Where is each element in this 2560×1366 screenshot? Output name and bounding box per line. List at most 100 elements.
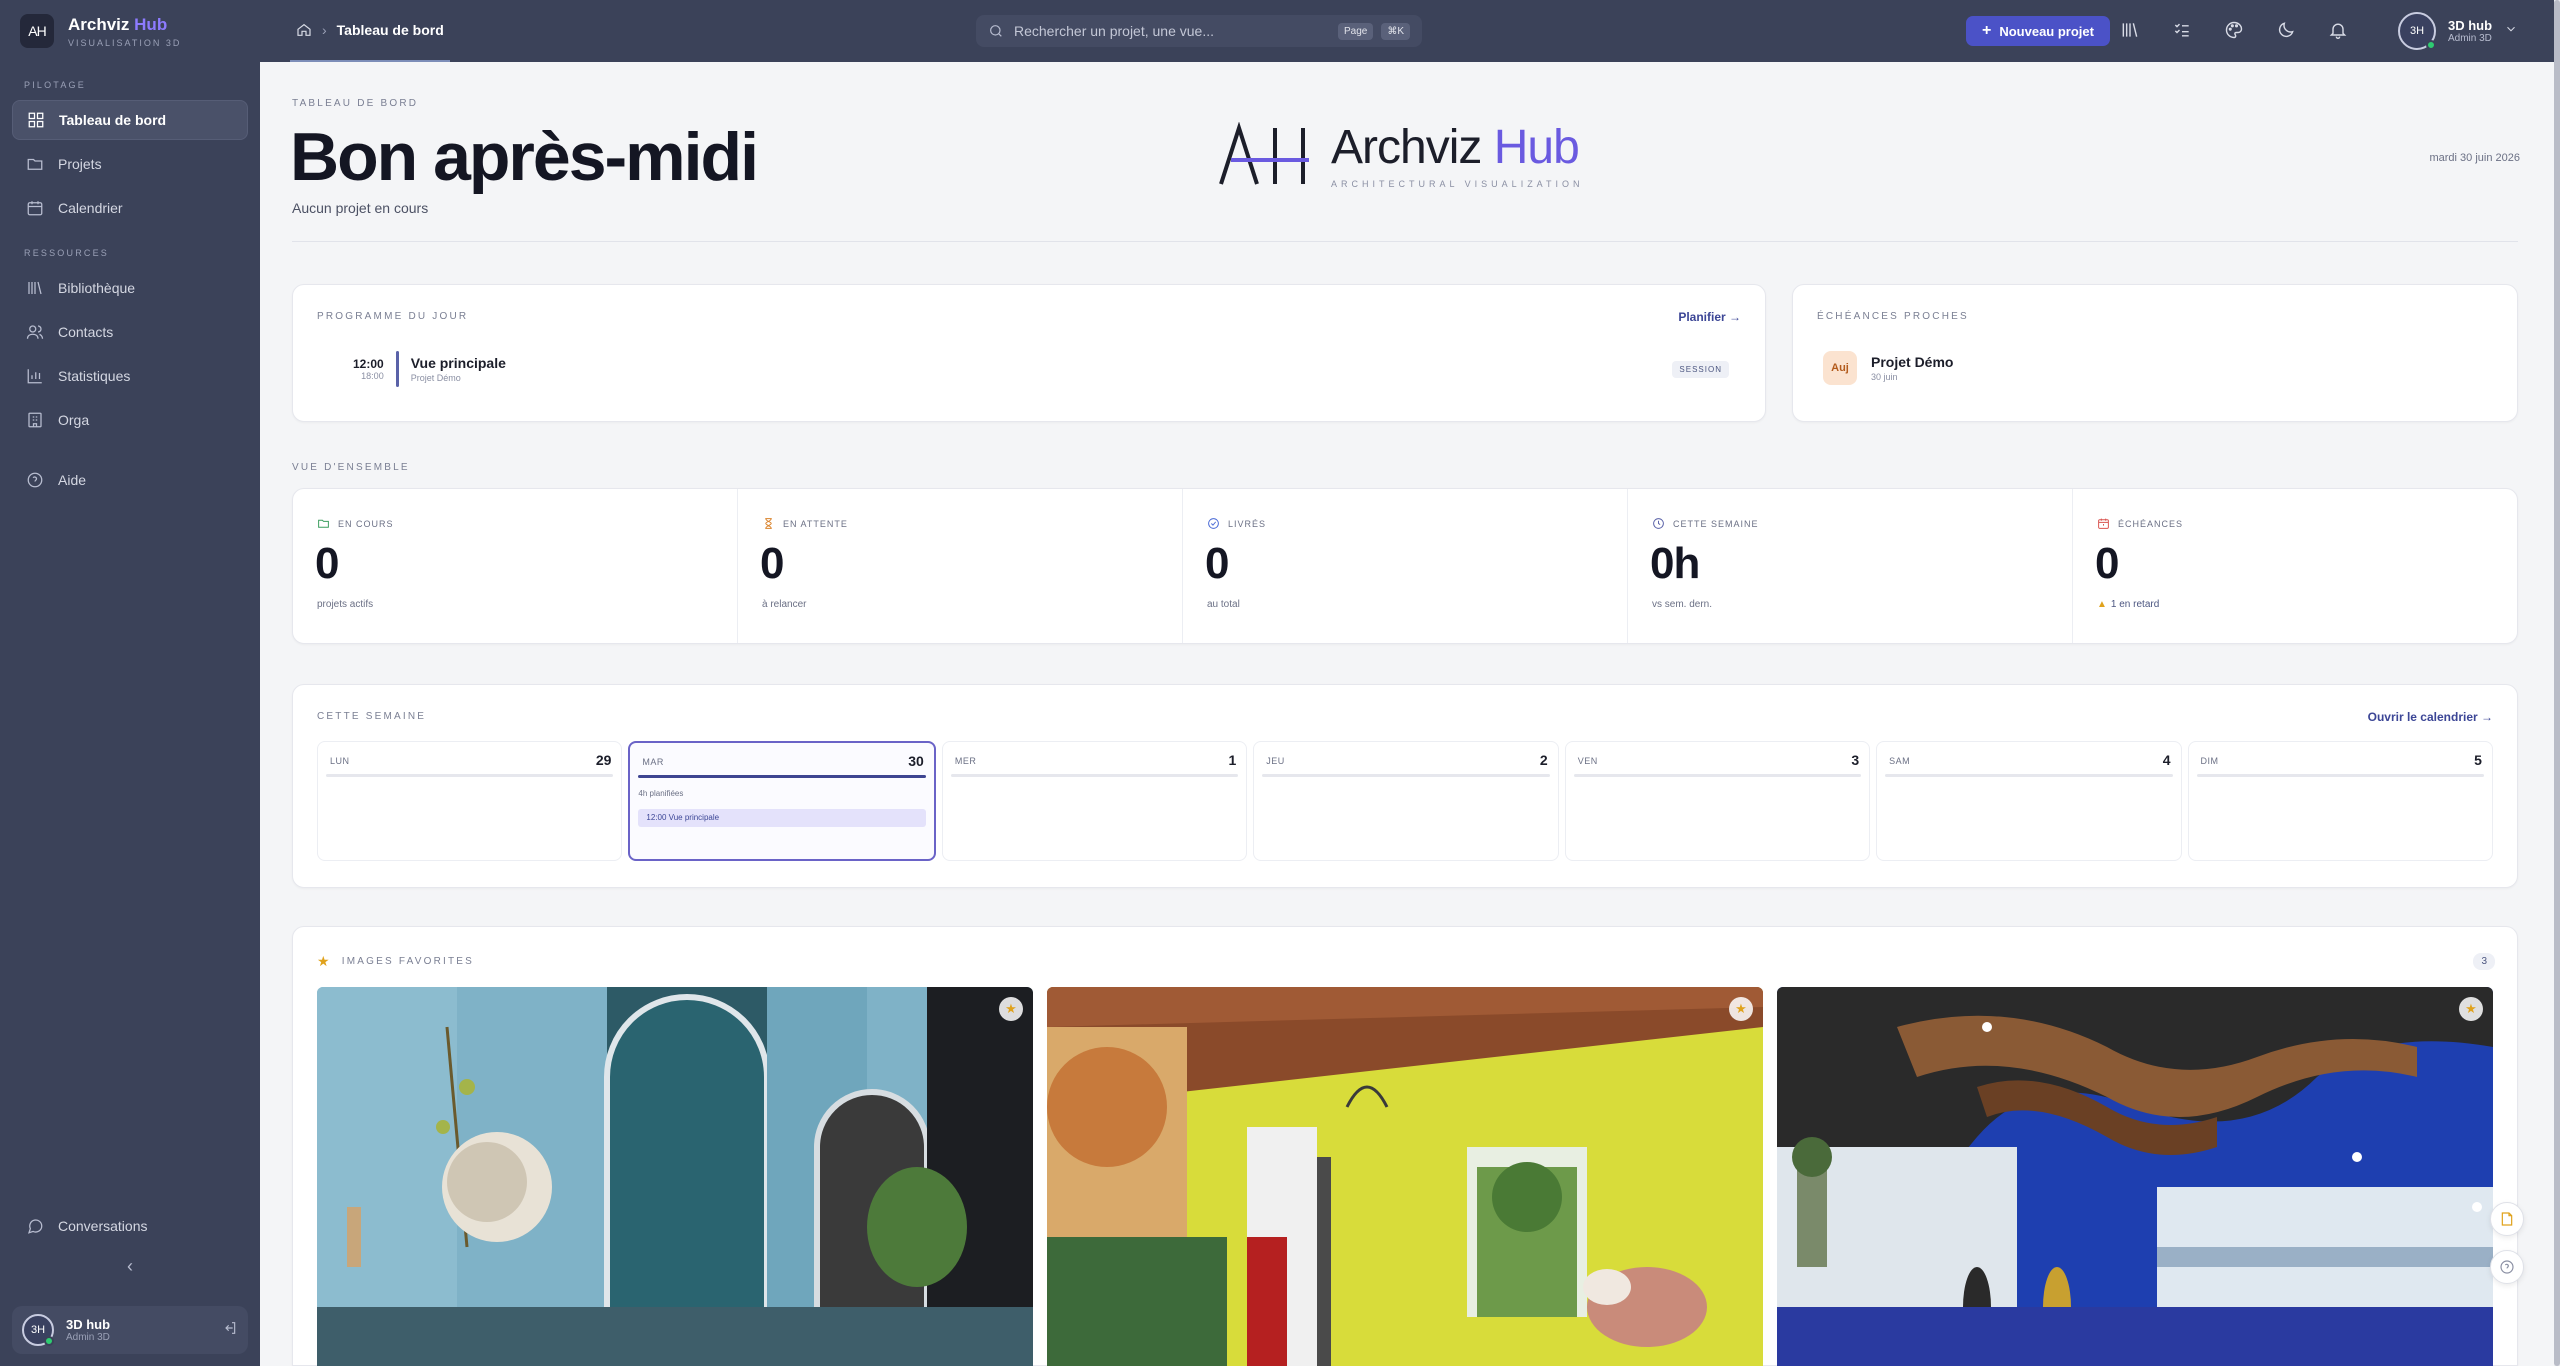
kpi-waiting[interactable]: EN ATTENTE 0 à relancer <box>738 489 1183 643</box>
planned-hours: 4h planifiées <box>638 789 684 798</box>
day-cell[interactable]: SAM 4 <box>1876 741 2182 861</box>
week-title: CETTE SEMAINE <box>317 711 427 722</box>
schedule-item[interactable]: 12:00 18:00 Vue principale Projet Démo <box>353 351 506 387</box>
deadlines-title: ÉCHÉANCES PROCHES <box>1817 311 1969 322</box>
help-floating-button[interactable] <box>2490 1250 2524 1284</box>
favorite-image[interactable]: ★ <box>1777 987 2493 1366</box>
scrollbar[interactable] <box>2554 0 2560 1366</box>
sidebar-item-label: Orga <box>58 412 90 428</box>
new-project-button[interactable]: + Nouveau projet <box>1966 16 2110 46</box>
deadline-item[interactable]: Auj Projet Démo 30 juin <box>1823 351 1953 385</box>
calendar-event[interactable]: 12:00 Vue principale <box>638 809 926 827</box>
section-label-pilotage: PILOTAGE <box>24 80 86 90</box>
plus-icon: + <box>1982 22 1992 39</box>
collapse-sidebar-button[interactable]: ‹ <box>0 1256 260 1277</box>
scrollbar-thumb[interactable] <box>2554 0 2560 1366</box>
sidebar-item-contacts[interactable]: Contacts <box>12 312 248 352</box>
sidebar-item-dashboard[interactable]: Tableau de bord <box>12 100 248 140</box>
session-badge: SESSION <box>1672 361 1729 378</box>
search-icon <box>990 25 1002 37</box>
checklist-icon[interactable] <box>2172 20 2194 42</box>
avatar: 3H <box>22 1314 54 1346</box>
sidebar-item-orga[interactable]: Orga <box>12 400 248 440</box>
kpi-note: vs sem. dern. <box>1652 599 1713 610</box>
favorites-count: 3 <box>2473 953 2495 970</box>
plan-link[interactable]: Planifier → <box>1678 310 1741 324</box>
kpi-value: 0 <box>315 539 340 588</box>
favorite-star-button[interactable]: ★ <box>1729 997 1753 1021</box>
kpi-note: ▲ 1 en retard <box>2097 599 2160 610</box>
folder-icon <box>318 519 329 528</box>
day-cell[interactable]: LUN 29 <box>317 741 623 861</box>
favorite-star-button[interactable]: ★ <box>2459 997 2483 1021</box>
day-cell-today[interactable]: MAR 30 4h planifiées 12:00 Vue principale <box>628 741 936 861</box>
render-interior-blue <box>317 987 1033 1366</box>
home-icon[interactable] <box>296 22 312 38</box>
sidebar-item-label: Conversations <box>58 1218 148 1234</box>
kpi-this-week[interactable]: CETTE SEMAINE 0h vs sem. dern. <box>1628 489 2073 643</box>
grid-icon <box>28 112 44 128</box>
kpi-value: 0h <box>1650 539 1700 588</box>
archviz-logo-mark <box>1219 121 1309 185</box>
page-subtitle: Aucun projet en cours <box>292 200 429 216</box>
topbar-user-menu[interactable]: 3H 3D hub Admin 3D <box>2398 6 2518 56</box>
schedule-title: PROGRAMME DU JOUR <box>317 311 469 322</box>
favorite-star-button[interactable]: ★ <box>999 997 1023 1021</box>
favorites-title: ★ IMAGES FAVORITES <box>317 953 475 969</box>
schedule-end: 18:00 <box>361 371 384 381</box>
note-icon <box>2501 1212 2513 1226</box>
online-status-dot <box>44 1336 54 1346</box>
kbd-page: Page <box>1337 22 1374 40</box>
hero-header: TABLEAU DE BORD Bon après-midi Aucun pro… <box>290 62 2520 242</box>
kpi-note: au total <box>1207 599 1240 610</box>
sidebar-item-help[interactable]: Aide <box>12 460 248 500</box>
sidebar-item-label: Projets <box>58 156 102 172</box>
sidebar-item-label: Bibliothèque <box>58 280 136 296</box>
bell-icon[interactable] <box>2328 20 2350 42</box>
library-icon[interactable] <box>2120 20 2142 42</box>
notes-floating-button[interactable] <box>2490 1202 2524 1236</box>
calendar-alert-icon <box>2098 518 2109 529</box>
open-calendar-link[interactable]: Ouvrir le calendrier → <box>2368 710 2493 724</box>
kpi-note: projets actifs <box>317 599 374 610</box>
sidebar-item-projects[interactable]: Projets <box>12 144 248 184</box>
current-date: mardi 30 juin 2026 <box>2429 152 2520 164</box>
kpi-in-progress[interactable]: EN COURS 0 projets actifs <box>293 489 738 643</box>
chart-icon <box>27 369 42 384</box>
favorite-image[interactable]: ★ <box>1047 987 1763 1366</box>
breadcrumb-separator: › <box>322 22 327 38</box>
logo-wordmark: Archviz Hub <box>1331 121 1580 174</box>
favorite-image[interactable]: ★ <box>317 987 1033 1366</box>
user-name: 3D hub <box>66 1317 111 1332</box>
render-living-ocean <box>1777 987 2493 1366</box>
brand[interactable]: AH Archviz Hub VISUALISATION 3D <box>0 0 260 62</box>
breadcrumb-current[interactable]: Tableau de bord <box>337 22 444 38</box>
building-icon <box>28 412 42 428</box>
sidebar-item-label: Calendrier <box>58 200 123 216</box>
sidebar-item-calendar[interactable]: Calendrier <box>12 188 248 228</box>
library-icon <box>28 281 42 295</box>
kbd-shortcut: ⌘K <box>1381 22 1410 40</box>
kpi-deadlines[interactable]: ÉCHÉANCES 0 ▲ 1 en retard <box>2073 489 2517 643</box>
day-cell[interactable]: MER 1 <box>941 741 1248 861</box>
chevron-down-icon <box>2504 22 2518 41</box>
sidebar-user-card[interactable]: 3H 3D hub Admin 3D <box>12 1306 248 1354</box>
moon-icon[interactable] <box>2276 20 2298 42</box>
sidebar-item-label: Aide <box>58 472 87 488</box>
logout-icon[interactable] <box>222 1320 238 1341</box>
sidebar-item-statistics[interactable]: Statistiques <box>12 356 248 396</box>
kpi-delivered[interactable]: LIVRÉS 0 au total <box>1183 489 1628 643</box>
kpi-card: EN COURS 0 projets actifs EN ATTENTE 0 à… <box>292 488 2518 644</box>
day-cell[interactable]: VEN 3 <box>1564 741 1871 861</box>
day-cell[interactable]: JEU 2 <box>1253 741 1559 861</box>
search-input[interactable]: Rechercher un projet, une vue... Page ⌘K <box>976 15 1422 47</box>
logo-tagline: ARCHITECTURAL VISUALIZATION <box>1331 179 1584 189</box>
week-grid: LUN 29 MAR 30 4h planifiées 12:00 Vue prin… <box>317 741 2493 861</box>
sidebar-item-library[interactable]: Bibliothèque <box>12 268 248 308</box>
folder-icon <box>27 158 43 170</box>
sidebar-item-conversations[interactable]: Conversations <box>12 1206 248 1246</box>
day-cell[interactable]: DIM 5 <box>2187 741 2493 861</box>
calendar-icon <box>27 201 43 216</box>
palette-icon[interactable] <box>2224 20 2246 42</box>
today-badge: Auj <box>1823 351 1857 385</box>
